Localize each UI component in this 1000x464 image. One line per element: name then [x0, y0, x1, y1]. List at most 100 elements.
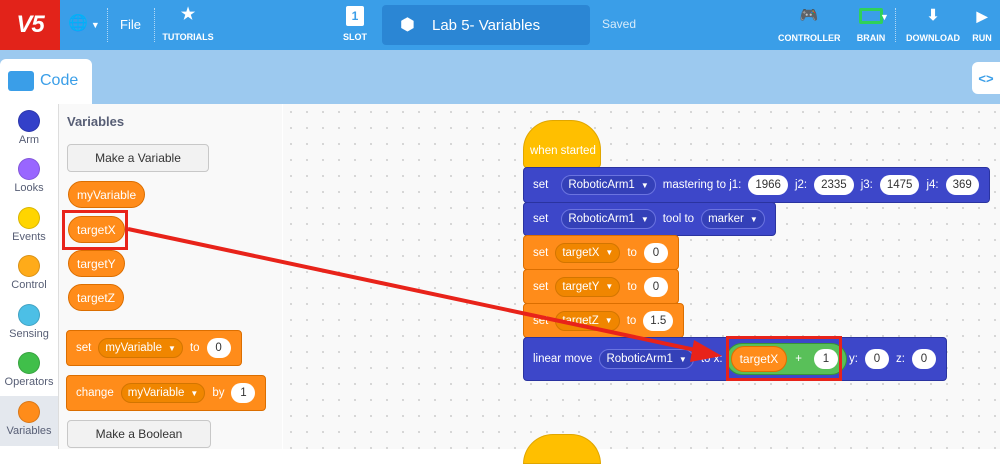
code-workspace[interactable]: when started set RoboticArm1 ▼ mastering …: [283, 104, 1000, 464]
highlight-box-workspace: [726, 336, 842, 381]
when-started-hat-block[interactable]: when started: [523, 120, 601, 168]
vexcode-logo: V5: [0, 0, 60, 50]
caret-down-icon: ▼: [605, 282, 614, 291]
y-input[interactable]: 0: [864, 349, 889, 369]
category-label: Looks: [14, 182, 44, 194]
category-dot: [18, 207, 40, 229]
dropdown-value: RoboticArm1: [568, 213, 635, 225]
save-status: Saved: [602, 17, 637, 31]
separator: [154, 8, 155, 42]
set-targetx-block[interactable]: set targetX ▼ to 0: [523, 235, 679, 270]
block-label: to: [189, 342, 200, 354]
slot-button[interactable]: 1 SLOT: [338, 6, 372, 42]
globe-icon: 🌐: [68, 15, 88, 32]
block-label: j4:: [926, 179, 939, 191]
category-label: Operators: [4, 376, 54, 388]
value-input[interactable]: 0: [643, 242, 668, 263]
lightbulb-icon: ★: [180, 6, 196, 23]
block-label: j3:: [860, 179, 873, 191]
set-tool-block[interactable]: set RoboticArm1 ▼ tool to marker ▼: [523, 202, 776, 236]
block-keyword: set: [533, 314, 549, 327]
set-targetz-block[interactable]: set targetZ ▼ to 1.5: [523, 303, 685, 338]
device-dropdown[interactable]: RoboticArm1 ▼: [599, 349, 694, 369]
brain-label: BRAIN: [856, 33, 886, 43]
file-menu[interactable]: File: [120, 17, 141, 32]
separator: [895, 8, 896, 42]
dropdown-value: myVariable: [127, 387, 185, 399]
category-variables[interactable]: Variables: [0, 396, 58, 446]
variable-reporter-targetz[interactable]: targetZ: [68, 284, 125, 311]
dropdown-value: RoboticArm1: [568, 179, 635, 191]
block-label: to: [627, 246, 637, 259]
panel-toggle-button[interactable]: <>: [972, 62, 1000, 94]
change-variable-block[interactable]: change myVariable ▼ by 1: [66, 375, 267, 411]
z-input[interactable]: 0: [911, 349, 936, 369]
value-input[interactable]: 0: [643, 276, 668, 297]
block-label: to x:: [700, 353, 723, 365]
j2-input[interactable]: 2335: [814, 175, 854, 195]
controller-label: CONTROLLER: [778, 33, 841, 43]
block-label: z:: [895, 353, 905, 365]
category-menu: Arm Looks Events Control Sensing Operato…: [0, 104, 58, 449]
variable-dropdown[interactable]: myVariable ▼: [120, 383, 206, 403]
tool-dropdown[interactable]: marker ▼: [701, 209, 765, 229]
value-input[interactable]: 0: [206, 338, 231, 358]
value-input[interactable]: 1.5: [643, 310, 674, 331]
set-variable-block[interactable]: set myVariable ▼ to 0: [66, 330, 242, 366]
set-mastering-block[interactable]: set RoboticArm1 ▼ mastering to j1: 1966 j…: [523, 167, 990, 203]
category-control[interactable]: Control: [0, 255, 58, 291]
device-dropdown[interactable]: RoboticArm1 ▼: [561, 209, 656, 229]
category-label: Arm: [18, 134, 40, 146]
chevron-down-icon: ▼: [90, 20, 100, 30]
caret-down-icon: ▼: [640, 180, 649, 190]
variable-dropdown[interactable]: targetZ ▼: [555, 310, 620, 331]
make-boolean-button[interactable]: Make a Boolean: [67, 420, 211, 448]
j3-input[interactable]: 1475: [879, 175, 920, 195]
tutorials-label: TUTORIALS: [162, 32, 214, 42]
category-arm[interactable]: Arm: [0, 110, 58, 146]
block-keyword: set: [533, 246, 549, 259]
run-button[interactable]: ▶ RUN: [968, 8, 996, 43]
device-dropdown[interactable]: RoboticArm1 ▼: [561, 175, 656, 195]
caret-down-icon: ▼: [604, 316, 613, 325]
hexagon-icon: ⬢: [400, 15, 415, 34]
controller-button[interactable]: 🎮 CONTROLLER: [778, 7, 841, 44]
project-name: Lab 5- Variables: [432, 17, 541, 34]
variable-dropdown[interactable]: targetY ▼: [555, 276, 621, 297]
j1-input[interactable]: 1966: [748, 175, 788, 195]
block-label: by: [212, 387, 225, 399]
dropdown-value: RoboticArm1: [606, 353, 673, 365]
category-label: Sensing: [9, 328, 49, 340]
category-operators[interactable]: Operators: [0, 352, 58, 388]
category-dot: [18, 158, 40, 180]
category-looks[interactable]: Looks: [0, 158, 58, 194]
language-button[interactable]: 🌐 ▼: [68, 13, 100, 33]
caret-down-icon: ▼: [678, 354, 687, 364]
partial-hat-block[interactable]: [523, 434, 601, 464]
variable-dropdown[interactable]: targetX ▼: [555, 242, 621, 263]
download-icon: ⬇: [926, 7, 940, 24]
category-label: Variables: [6, 425, 52, 437]
highlight-box-palette: [62, 210, 128, 250]
caret-down-icon: ▼: [190, 388, 199, 398]
block-label: tool to: [662, 213, 695, 225]
value-input[interactable]: 1: [231, 383, 256, 403]
tutorials-button[interactable]: ★ TUTORIALS: [160, 6, 216, 42]
tab-code[interactable]: Code: [0, 59, 92, 104]
play-icon: ▶: [976, 8, 988, 24]
category-sensing[interactable]: Sensing: [0, 304, 58, 340]
variable-dropdown[interactable]: myVariable ▼: [98, 338, 183, 358]
variable-reporter-targety[interactable]: targetY: [68, 250, 125, 277]
variable-reporter-myvariable[interactable]: myVariable: [68, 181, 146, 208]
j4-input[interactable]: 369: [945, 175, 979, 195]
make-variable-button[interactable]: Make a Variable: [67, 144, 209, 172]
brain-chevron-icon[interactable]: ▼: [880, 12, 889, 22]
set-targety-block[interactable]: set targetY ▼ to 0: [523, 269, 679, 304]
controller-icon: 🎮: [799, 7, 819, 24]
project-name-field[interactable]: ⬢ Lab 5- Variables: [382, 5, 590, 45]
category-events[interactable]: Events: [0, 207, 58, 243]
block-keyword: set: [76, 342, 92, 354]
block-keyword: linear move: [533, 353, 593, 365]
download-button[interactable]: ⬇ DOWNLOAD: [903, 7, 963, 44]
tab-bar: [0, 50, 1000, 104]
